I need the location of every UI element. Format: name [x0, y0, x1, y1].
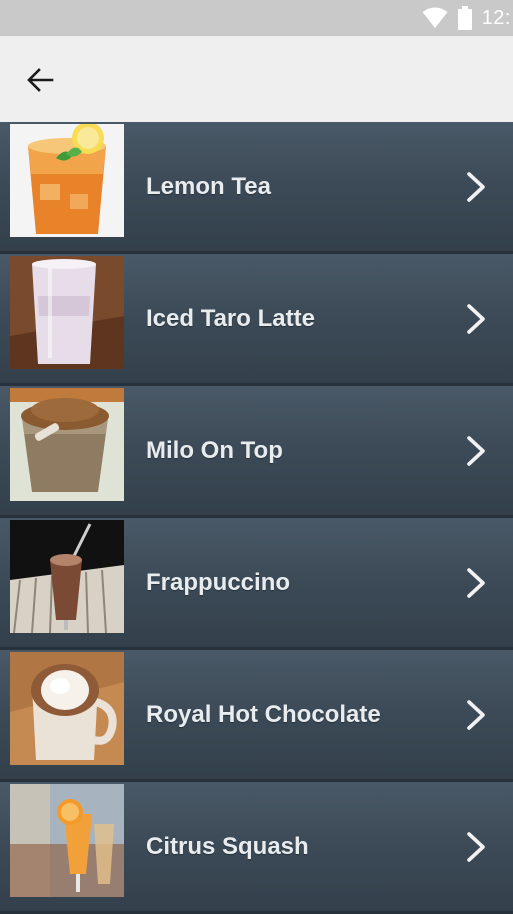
wifi-icon — [422, 7, 448, 29]
chevron-right-icon — [467, 567, 485, 598]
citrus-squash-image — [10, 784, 124, 897]
list-item-milo-on-top[interactable]: Milo On Top — [0, 386, 513, 518]
list-item-label: Iced Taro Latte — [146, 304, 315, 332]
status-icons: 12: — [422, 0, 513, 36]
list-item-label: Citrus Squash — [146, 832, 309, 860]
list-item-frappuccino[interactable]: Frappuccino — [0, 518, 513, 650]
list-item-label: Milo On Top — [146, 436, 283, 464]
chevron-right-icon — [467, 435, 485, 466]
drink-list: Lemon Tea Iced Taro Latte Milo On Top Fr… — [0, 122, 513, 914]
list-item-label: Lemon Tea — [146, 172, 271, 200]
chevron-right-icon — [467, 171, 485, 202]
list-item-label: Royal Hot Chocolate — [146, 700, 381, 728]
list-item-label: Frappuccino — [146, 568, 291, 596]
back-button[interactable] — [14, 58, 66, 102]
list-item-lemon-tea[interactable]: Lemon Tea — [0, 122, 513, 254]
royal-hot-chocolate-image — [10, 652, 124, 765]
battery-icon — [457, 6, 472, 30]
chevron-right-icon — [467, 303, 485, 334]
list-item-iced-taro-latte[interactable]: Iced Taro Latte — [0, 254, 513, 386]
lemon-tea-image — [10, 124, 124, 237]
list-item-royal-hot-chocolate[interactable]: Royal Hot Chocolate — [0, 650, 513, 782]
status-time: 12: — [481, 6, 511, 29]
milo-on-top-image — [10, 388, 124, 501]
arrow-left-icon — [27, 68, 54, 92]
iced-taro-latte-image — [10, 256, 124, 369]
status-bar: 12: — [0, 0, 513, 36]
list-item-citrus-squash[interactable]: Citrus Squash — [0, 782, 513, 914]
chevron-right-icon — [467, 831, 485, 862]
frappuccino-image — [10, 520, 124, 633]
chevron-right-icon — [467, 699, 485, 730]
app-bar — [0, 36, 513, 122]
